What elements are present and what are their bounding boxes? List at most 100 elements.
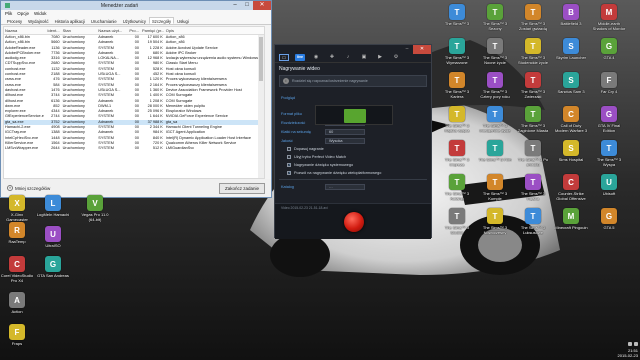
- checkbox-row[interactable]: Użyj trybu Perfect Video Match: [275, 153, 431, 161]
- audio-icon[interactable]: ♪: [343, 54, 353, 61]
- app-icon: F: [601, 72, 617, 88]
- desktop-icon[interactable]: T The Sims™ 3 Zostań gwiazdą: [516, 4, 550, 31]
- desktop-icon-label: The Sims™ 3 Zwierzaki: [520, 89, 546, 99]
- menu-options[interactable]: Opcje: [17, 10, 29, 17]
- desktop-icon[interactable]: M Minecraft Pingouin: [554, 208, 588, 235]
- desktop-icon[interactable]: T The Sims™ 3 Wyspa: [592, 140, 626, 167]
- desktop-icon[interactable]: S Sanctus Sam 3: [554, 72, 588, 99]
- menu-view[interactable]: Widok: [34, 10, 47, 17]
- tab-details[interactable]: Szczegóły: [148, 17, 175, 24]
- desktop-icon[interactable]: TThe Sims™ 3 Wymarzone podróże: [440, 38, 474, 65]
- taskbar-clock[interactable]: 21:51 2015-02-23: [618, 348, 638, 358]
- desktop-icon[interactable]: F Fraps: [0, 324, 34, 351]
- desktop-icon[interactable]: R RaaTemp: [0, 222, 34, 249]
- desktop-icon[interactable]: F Far Cry 4: [592, 72, 626, 99]
- desktop-icon-label: The Sims™ 3 Film: [478, 157, 512, 162]
- tab-app-history[interactable]: Historia aplikacji: [52, 17, 88, 24]
- fewer-details-link[interactable]: ˄ Mniej szczegółów: [7, 185, 50, 191]
- column-header[interactable]: Pro...: [127, 27, 141, 34]
- table-row[interactable]: LMSvcWrapper.exe 2644 Uruchomiony SYSTEM 00 5…: [4, 146, 264, 151]
- desktop-icon[interactable]: T The Sims™ 3 Film: [478, 140, 512, 167]
- desktop-icon[interactable]: X X‑Ginx Gamecaster: [0, 195, 34, 222]
- table-cell: Uruchomiony: [62, 146, 85, 151]
- desktop-icon[interactable]: T The Sims™ 3 Impreza: [440, 140, 474, 167]
- desktop-icon[interactable]: G GTA 4: [592, 38, 626, 65]
- desktop-icon[interactable]: T The Sims™ 3 Katalog: [440, 174, 474, 201]
- desktop-icon[interactable]: TThe Sims™ 3 Nowoczesny Apartament: [478, 208, 512, 235]
- maximize-button[interactable]: □: [241, 1, 253, 10]
- checkbox[interactable]: ✓: [287, 163, 291, 167]
- network-icon[interactable]: [628, 342, 632, 346]
- desktop-icon[interactable]: G GTA 5: [592, 208, 626, 235]
- tab-performance[interactable]: Wydajność: [25, 17, 51, 24]
- tab-processes[interactable]: Procesy: [4, 17, 25, 24]
- desktop-icon[interactable]: U UltraISO: [36, 226, 70, 253]
- close-button[interactable]: ✕: [413, 45, 431, 54]
- column-header[interactable]: Opis: [165, 27, 264, 34]
- column-header[interactable]: Nazwa: [4, 27, 44, 34]
- desktop-icon[interactable]: T The Sims™ 3 Studenckie życie: [516, 38, 550, 65]
- desktop-icon[interactable]: C Corel VideoStudio Pro X4: [0, 256, 34, 283]
- desktop-icon[interactable]: T The Sims™ 3 Rajska: [516, 174, 550, 201]
- desktop-icon[interactable]: T The Sims™ 3 Rajska wyspa: [440, 106, 474, 133]
- live-button[interactable]: live: [295, 54, 305, 61]
- camera-icon[interactable]: ▣: [359, 54, 369, 61]
- desktop-icon[interactable]: T The Sims™ 3 Cztery pory roku: [478, 72, 512, 99]
- checkbox[interactable]: ✓: [287, 171, 291, 175]
- checkbox-row[interactable]: ✓ Pozwól na nagrywanie dźwięku wieloplatf…: [275, 169, 431, 177]
- video-icon[interactable]: ▶: [375, 54, 385, 61]
- record-button[interactable]: [344, 212, 364, 232]
- minimize-button[interactable]: –: [229, 1, 241, 10]
- desktop-icon[interactable]: M Middle-earth Shadow of Mordor: [592, 4, 626, 31]
- column-header[interactable]: Nazwa użyt...: [97, 27, 127, 34]
- desktop-icon[interactable]: T The Sims™ 3 Kumple: [478, 174, 512, 201]
- app-icon: T: [487, 72, 503, 88]
- gamepad-icon[interactable]: ✚: [327, 54, 337, 61]
- checkbox[interactable]: [287, 147, 291, 151]
- minimize-button[interactable]: –: [401, 45, 413, 54]
- desktop-icon[interactable]: T The Sims™ 3 Po zmroku: [516, 140, 550, 167]
- tab-users[interactable]: Użytkownicy: [120, 17, 149, 24]
- desktop-icon[interactable]: S Sims Hospital: [554, 140, 588, 167]
- desktop-icon[interactable]: C Call of Duty Modern Warfare 3: [554, 106, 588, 133]
- column-header[interactable]: Ident...: [44, 27, 62, 34]
- tab-services[interactable]: Usługi: [174, 17, 192, 24]
- checkbox-row[interactable]: Dopasuj nagranie: [275, 145, 431, 153]
- desktop-icon[interactable]: S Skyrim Launcher: [554, 38, 588, 65]
- desktop-icon[interactable]: T The Sims™ 3 Nocne życie: [478, 38, 512, 65]
- column-header[interactable]: Pamięć (pr...: [141, 27, 165, 34]
- webcam-icon[interactable]: ◉: [311, 54, 321, 61]
- setting-dropdown[interactable]: 60: [325, 128, 365, 135]
- menu-file[interactable]: Plik: [5, 10, 12, 17]
- checkbox-row[interactable]: ✓ Nagrywanie dźwięku systemowego: [275, 161, 431, 169]
- close-button[interactable]: ✕: [253, 1, 271, 10]
- tab-startup[interactable]: Uruchamianie: [88, 17, 120, 24]
- desktop-icon[interactable]: L LogMeIn Hamachi: [36, 195, 70, 222]
- setting-dropdown[interactable]: Wysoka: [325, 137, 365, 144]
- desktop-icon[interactable]: B Battlefield 3: [554, 4, 588, 31]
- desktop-icon[interactable]: T The Sims™ 3 Inteligentne życie: [478, 106, 512, 133]
- desktop-icon[interactable]: T The Sims™ 3 Sezony: [478, 4, 512, 31]
- scrollbar-thumb[interactable]: [259, 37, 263, 81]
- desktop-icon[interactable]: T The Sims™ 3 Kariera: [440, 72, 474, 99]
- column-header[interactable]: Stan: [62, 27, 98, 34]
- desktop-icon[interactable]: C Counter-Strike Global Offensive: [554, 174, 588, 201]
- desktop-icon[interactable]: G GTA IV Final Edition: [592, 106, 626, 133]
- gear-icon[interactable]: ⚙: [391, 54, 401, 61]
- volume-icon[interactable]: [634, 342, 638, 346]
- desktop-icon[interactable]: V Vegas Pro 11.0 (64-bit): [78, 195, 112, 222]
- desktop-icon[interactable]: T The Sims™ 3 Zwierzaki: [516, 72, 550, 99]
- desktop-icon[interactable]: TThe Sims™ 3 Luksusowe wnętrza: [516, 208, 550, 235]
- scrollbar[interactable]: [258, 35, 264, 178]
- desktop-icon-label: Sanctus Sam 3: [557, 89, 585, 94]
- checkbox[interactable]: [287, 155, 291, 159]
- desktop-icon[interactable]: U Ubisoft: [592, 174, 626, 201]
- monitor-icon[interactable]: ▭: [279, 54, 289, 61]
- output-folder-field[interactable]: …: [325, 183, 365, 190]
- desktop-icon[interactable]: T The Sims™ 3: [440, 4, 474, 31]
- desktop-icon[interactable]: TThe Sims™ 3 Słodkie niespodzianki: [440, 208, 474, 235]
- desktop-icon[interactable]: T The Sims™ 3 Zaginione Miasta: [516, 106, 550, 133]
- end-task-button[interactable]: Zakończ zadanie: [218, 182, 265, 194]
- desktop-icon[interactable]: A Action: [0, 292, 34, 319]
- desktop-icon[interactable]: G GTA San Andreas: [36, 256, 70, 283]
